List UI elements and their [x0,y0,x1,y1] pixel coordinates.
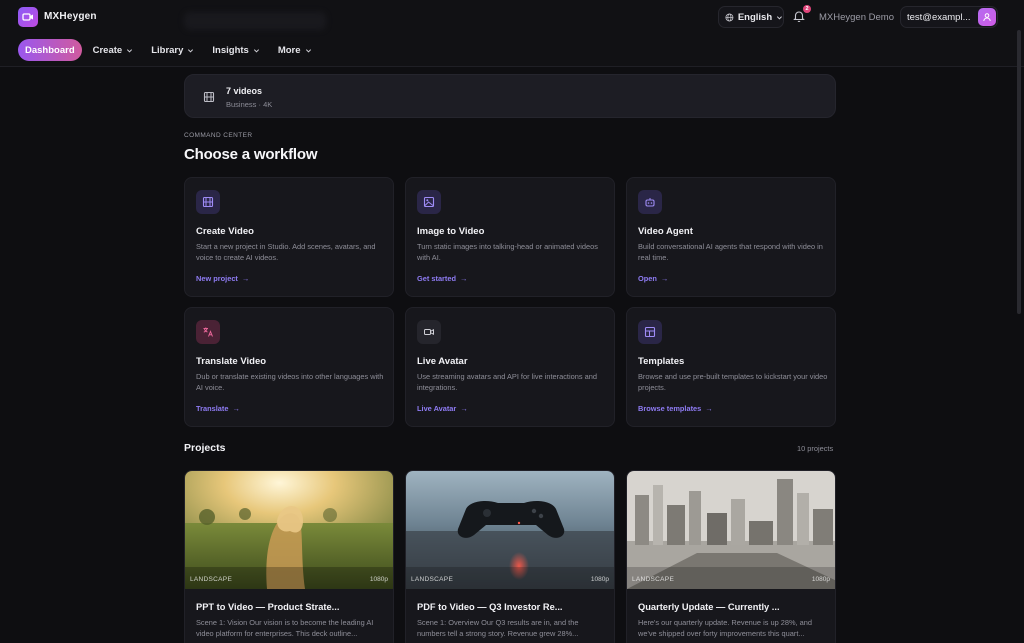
project-description: Scene 1: Vision Our vision is to become … [196,618,374,638]
card-link-label: New project [196,274,238,283]
live-avatar-link[interactable]: Live Avatar → [417,404,468,413]
orientation-tag: LANDSCAPE [190,576,233,583]
open-link[interactable]: Open → [638,274,668,283]
card-description: Start a new project in Studio. Add scene… [196,242,376,262]
plan-info: Business · 4K [226,100,273,109]
orientation-tag: LANDSCAPE [411,576,454,583]
arrow-right-icon: → [660,274,669,283]
card-title: Video Agent [638,226,693,237]
workflow-card-image-to-video[interactable]: Image to Video Turn static images into t… [405,177,615,297]
video-count: 7 videos [226,86,263,96]
project-card[interactable]: LANDSCAPE 1080p Quarterly Update — Curre… [626,470,836,643]
browse-templates-link[interactable]: Browse templates → [638,404,713,413]
project-card[interactable]: LANDSCAPE 1080p PPT to Video — Product S… [184,470,394,643]
account-name[interactable]: MXHeygen Demo [819,12,894,23]
nav-dashboard-label: Dashboard [25,44,75,56]
layout-icon [638,320,662,344]
film-icon [203,91,215,103]
film-icon [196,190,220,214]
card-link-label: Live Avatar [417,404,457,413]
section-eyebrow: COMMAND CENTER [184,132,253,139]
projects-heading: Projects [184,442,226,454]
workflow-card-live-avatar[interactable]: Live Avatar Use streaming avatars and AP… [405,307,615,427]
project-description: Here's our quarterly update. Revenue is … [638,618,812,638]
orientation-tag: LANDSCAPE [632,576,675,583]
user-email: test@exampl... [907,12,971,23]
arrow-right-icon: → [705,404,713,413]
nav-insights[interactable]: Insights [205,39,266,61]
nav-create-label: Create [92,44,123,56]
card-link-label: Open [638,274,657,283]
resolution-tag: 1080p [369,576,388,583]
nav-more[interactable]: More [271,39,319,61]
video-camera-icon [417,320,441,344]
project-title: Quarterly Update — Currently ... [638,602,780,612]
workflow-card-create-video[interactable]: Create Video Start a new project in Stud… [184,177,394,297]
language-selector[interactable]: English [718,6,784,28]
arrow-right-icon: → [460,404,468,413]
avatar[interactable] [978,8,996,26]
main-nav: Dashboard Create Library Insights More [18,39,319,61]
chevron-down-icon [127,48,133,52]
project-title: PDF to Video — Q3 Investor Re... [417,602,563,612]
card-title: Live Avatar [417,356,468,367]
card-description: Build conversational AI agents that resp… [638,242,823,262]
user-icon [983,13,991,22]
card-description: Use streaming avatars and API for live i… [417,372,597,392]
nav-dashboard[interactable]: Dashboard [18,39,82,61]
notification-badge: 2 [803,5,811,13]
workflow-card-video-agent[interactable]: Video Agent Build conversational AI agen… [626,177,836,297]
nav-insights-label: Insights [212,44,249,56]
get-started-link[interactable]: Get started → [417,274,467,283]
card-description: Browse and use pre-built templates to ki… [638,372,828,392]
card-link-label: Translate [196,404,229,413]
project-thumbnail [185,471,393,589]
chevron-down-icon [253,48,259,52]
app-logo-icon[interactable] [18,7,38,27]
project-description: Scene 1: Overview Our Q3 results are in,… [417,618,579,638]
card-link-label: Browse templates [638,404,702,413]
nav-library-label: Library [151,44,184,56]
chevron-down-icon [305,48,311,52]
top-bar: MXHeygen English 2 MXHeygen Demo test@ex… [0,0,1024,67]
card-description: Turn static images into talking-head or … [417,242,598,262]
language-label: English [737,11,773,23]
arrow-right-icon: → [460,274,468,283]
globe-icon [725,13,734,21]
card-title: Templates [638,356,685,367]
new-project-link[interactable]: New project → [196,274,249,283]
nav-library[interactable]: Library [144,39,201,61]
projects-count: 10 projects [797,444,834,453]
card-title: Translate Video [196,356,267,367]
chevron-down-icon [188,48,194,52]
resolution-tag: 1080p [590,576,609,583]
blurred-page-title [184,12,326,30]
card-description: Dub or translate existing videos into ot… [196,372,384,392]
arrow-right-icon: → [232,404,240,413]
chevron-down-icon [777,15,783,19]
translate-icon [196,320,220,344]
project-thumbnail [627,471,835,589]
resolution-tag: 1080p [811,576,830,583]
card-link-label: Get started [417,274,457,283]
project-title: PPT to Video — Product Strate... [196,602,340,612]
image-icon [417,190,441,214]
project-thumbnail [406,471,614,589]
arrow-right-icon: → [241,274,250,283]
card-title: Image to Video [417,226,485,237]
project-card[interactable]: LANDSCAPE 1080p PDF to Video — Q3 Invest… [405,470,615,643]
bot-icon [638,190,662,214]
translate-link[interactable]: Translate → [196,404,240,413]
video-summary-bar: 7 videos Business · 4K [184,74,836,118]
app-name[interactable]: MXHeygen [44,11,97,22]
workflow-card-translate-video[interactable]: Translate Video Dub or translate existin… [184,307,394,427]
workflow-card-templates[interactable]: Templates Browse and use pre-built templ… [626,307,836,427]
nav-create[interactable]: Create [86,39,141,61]
page-scrollbar[interactable] [1017,30,1021,314]
card-title: Create Video [196,226,254,237]
page-title: Choose a workflow [184,146,318,163]
nav-more-label: More [277,44,301,56]
